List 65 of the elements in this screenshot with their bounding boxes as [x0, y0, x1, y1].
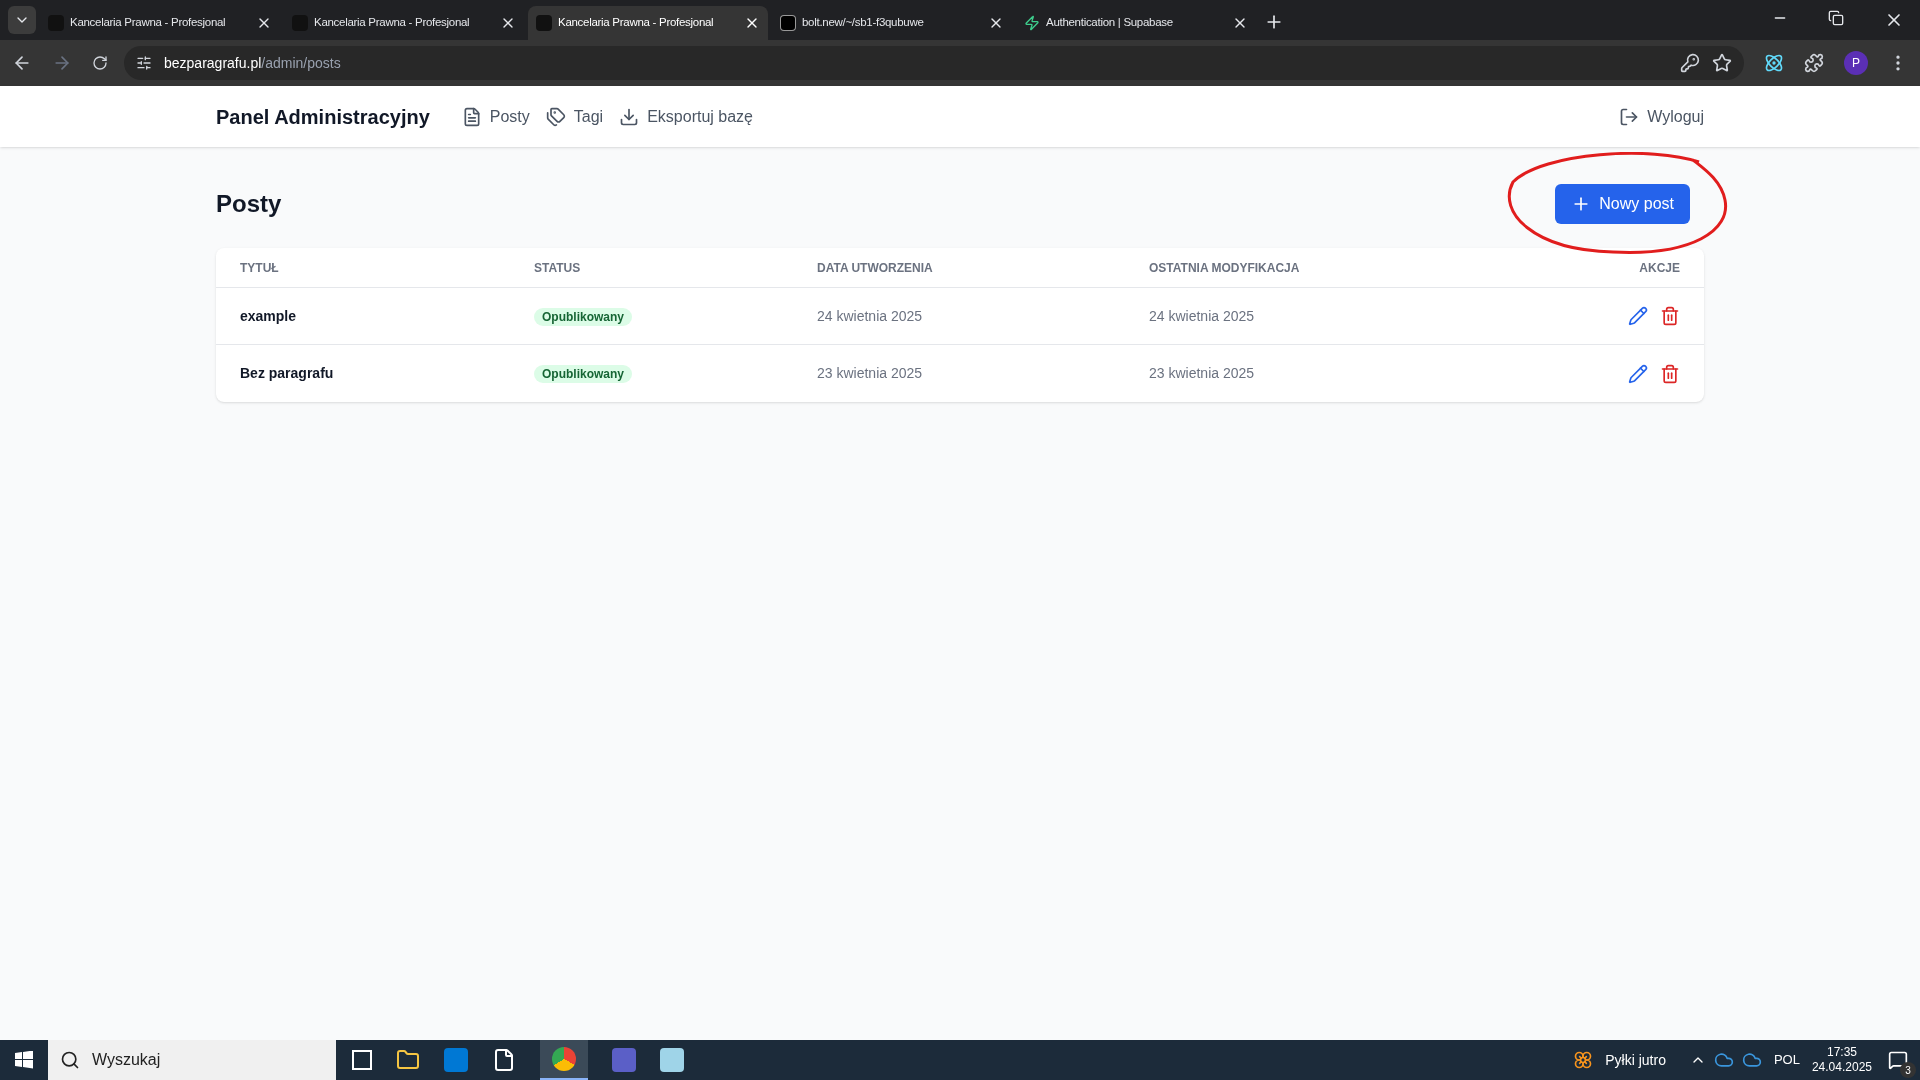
reload-icon[interactable] — [92, 55, 108, 71]
address-bar[interactable]: bezparagrafu.pl/admin/posts — [124, 46, 1744, 80]
taskbar-search-field[interactable]: Wyszukaj — [48, 1040, 336, 1080]
column-header: AKCJE — [1638, 259, 1680, 277]
date-text: 24.04.2025 — [1811, 1060, 1872, 1075]
lightning-icon — [1024, 15, 1040, 31]
tab-title: Kancelaria Prawna - Profesjonal — [314, 15, 471, 31]
browser-tab[interactable]: Authentication | Supabase — [1016, 6, 1256, 40]
browser-tab[interactable]: Kancelaria Prawna - Profesjonal — [528, 6, 768, 40]
new-post-button[interactable]: Nowy post — [1555, 184, 1690, 224]
time-text: 17:35 — [1826, 1045, 1857, 1060]
column-header: OSTATNIA MODYFIKACJA — [1149, 259, 1301, 277]
nav-link[interactable]: Posty — [461, 104, 530, 129]
date-cell-text: 23 kwietnia 2025 — [817, 364, 924, 383]
url-text: bezparagrafu.pl/admin/posts — [164, 53, 342, 73]
nav-link[interactable]: Eksportuj bazę — [619, 104, 753, 129]
column-header: TYTUŁ — [240, 259, 280, 277]
profile-avatar[interactable]: P — [1844, 51, 1868, 75]
delete-icon[interactable] — [1660, 306, 1680, 326]
download-icon — [619, 106, 640, 127]
post-title-cell-text: Bez paragrafu — [240, 364, 335, 383]
status-badge: Opublikowany — [534, 365, 632, 383]
tab-title: Kancelaria Prawna - Profesjonal — [558, 15, 715, 31]
notification-count: 3 — [1900, 1062, 1916, 1078]
flower-icon[interactable] — [1573, 1050, 1594, 1070]
app-title: Panel Administracyjny — [216, 104, 430, 130]
date-cell-text: 24 kwietnia 2025 — [1149, 306, 1256, 326]
browser-tab[interactable]: Kancelaria Prawna - Profesjonal — [284, 6, 524, 40]
bolt-favicon-icon — [780, 15, 796, 31]
cloud-icon[interactable] — [1741, 1050, 1762, 1070]
nav-link[interactable]: Tagi — [545, 104, 604, 129]
page-title: Posty — [216, 189, 282, 219]
date-cell-text: 23 kwietnia 2025 — [1149, 364, 1256, 383]
date-cell-text: 24 kwietnia 2025 — [817, 306, 924, 326]
browser-tab[interactable]: bolt.new/~/sb1-f3qubuwe — [772, 6, 1012, 40]
column-header: STATUS — [534, 259, 582, 277]
star-icon[interactable] — [1712, 53, 1732, 73]
column-header: DATA UTWORZENIA — [817, 259, 934, 277]
browser-tab[interactable]: Kancelaria Prawna - Profesjonal — [40, 6, 280, 40]
tab-title: bolt.new/~/sb1-f3qubuwe — [802, 15, 925, 31]
site-favicon-icon — [536, 15, 552, 31]
clock[interactable]: 17:35 24.04.2025 — [1811, 1045, 1872, 1075]
atom-icon[interactable] — [1764, 53, 1784, 73]
key-icon[interactable] — [1680, 53, 1700, 73]
edit-icon[interactable] — [1628, 363, 1648, 384]
logout-link[interactable]: Wyloguj — [1619, 104, 1704, 129]
restore-icon[interactable] — [1828, 10, 1844, 26]
edit-icon[interactable] — [1628, 306, 1648, 326]
tab-title: Kancelaria Prawna - Profesjonal — [70, 15, 227, 31]
search-icon — [60, 1050, 80, 1070]
delete-icon[interactable] — [1660, 363, 1680, 384]
tab-list-button[interactable] — [8, 6, 36, 34]
language-indicator[interactable]: POL — [1773, 1050, 1800, 1070]
weather-text[interactable]: Pyłki jutro — [1605, 1049, 1666, 1071]
tags-icon — [545, 106, 566, 127]
puzzle-icon[interactable] — [1804, 53, 1824, 73]
cloud-icon[interactable] — [1713, 1050, 1734, 1070]
tab-title: Authentication | Supabase — [1046, 15, 1174, 31]
post-title-cell-text: example — [240, 306, 298, 326]
file-icon[interactable] — [492, 1048, 516, 1072]
task-view-icon[interactable] — [352, 1050, 372, 1070]
status-badge: Opublikowany — [534, 307, 632, 326]
folder-icon[interactable] — [396, 1048, 420, 1072]
site-settings-icon[interactable] — [136, 55, 152, 71]
logout-icon — [1619, 106, 1640, 127]
